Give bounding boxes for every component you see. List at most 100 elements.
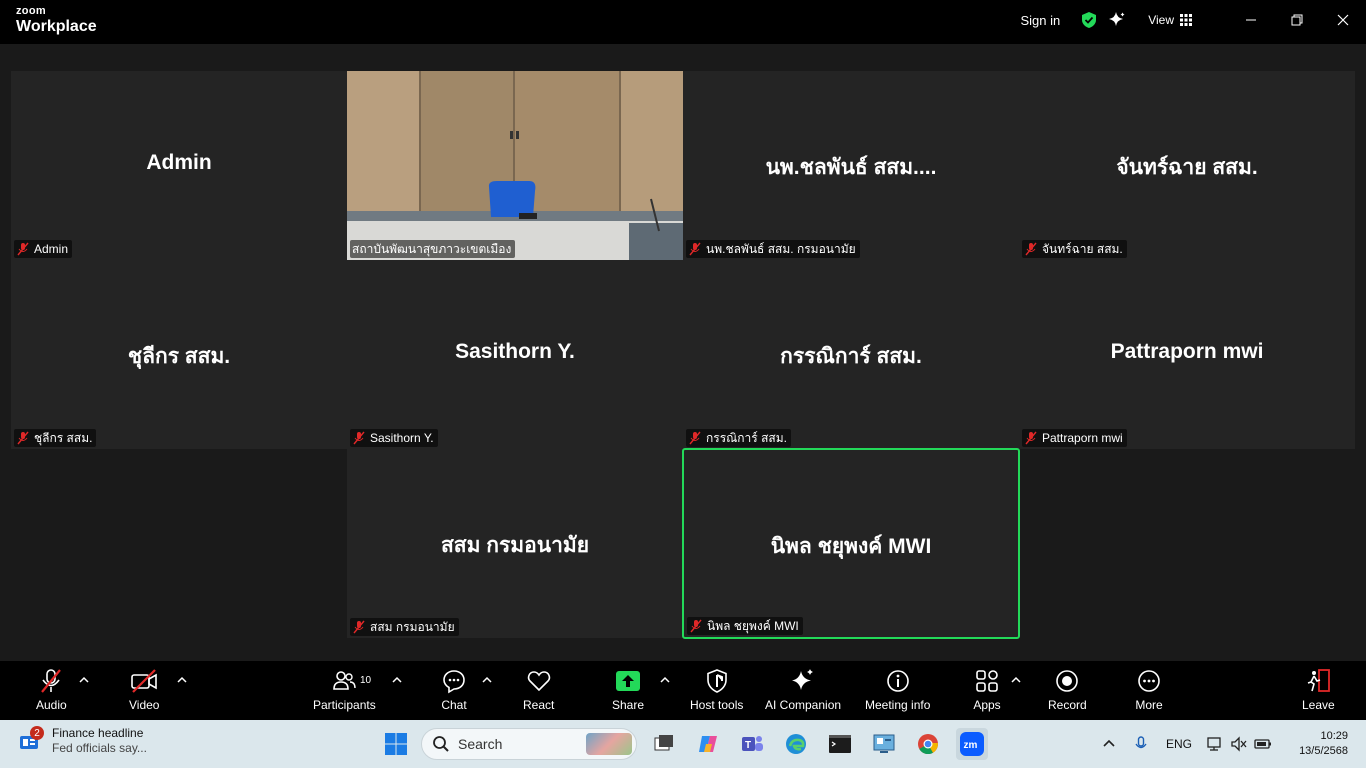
muted-mic-icon [17, 431, 29, 445]
svg-text:T: T [745, 740, 751, 751]
svg-text:zm: zm [964, 740, 978, 751]
share-options-chevron-icon[interactable] [660, 675, 670, 685]
minimize-button[interactable] [1228, 0, 1274, 40]
news-headline: Finance headline [52, 726, 144, 740]
taskbar-search-box[interactable]: Search [421, 728, 637, 760]
apps-label: Apps [973, 698, 1001, 712]
muted-mic-icon [690, 619, 702, 633]
edge-browser-app[interactable] [782, 730, 810, 758]
participant-tile[interactable]: สสม กรมอนามัย สสม กรมอนามัย [347, 449, 683, 638]
muted-mic-icon [1025, 242, 1037, 256]
audio-label: Audio [36, 698, 67, 712]
meeting-info-button[interactable]: Meeting info [865, 667, 930, 712]
speaker-muted-icon[interactable] [1230, 736, 1248, 752]
host-tools-button[interactable]: Host tools [690, 667, 743, 712]
grid-icon [1180, 14, 1192, 26]
share-screen-icon [616, 671, 641, 691]
participant-tile[interactable]: Pattraporn mwi Pattraporn mwi [1019, 260, 1355, 449]
taskbar-clock[interactable]: 10:29 13/5/2568 [1299, 729, 1348, 759]
participant-label-text: กรรณิการ์ สสม. [706, 430, 787, 445]
clock-time: 10:29 [1320, 730, 1348, 742]
video-gallery: Admin Admin สถาบันพัฒนาสุขภาวะเขตเมือง น… [0, 44, 1366, 661]
restore-button[interactable] [1274, 0, 1320, 40]
teams-app[interactable]: T [738, 730, 766, 758]
logo-zoom-text: zoom [16, 5, 46, 17]
terminal-icon [829, 735, 851, 753]
logo-workplace-text: Workplace [16, 18, 97, 35]
active-speaker-tile[interactable]: นิพล ชยุพงค์ MWI นิพล ชยุพงค์ MWI [682, 448, 1020, 639]
participant-display-name: กรรณิการ์ สสม. [780, 345, 922, 368]
start-button[interactable] [382, 730, 410, 758]
apps-button[interactable]: Apps [973, 667, 1001, 712]
microphone-icon[interactable] [1134, 736, 1148, 752]
video-options-chevron-icon[interactable] [177, 675, 187, 685]
zoom-app-active[interactable]: zm [956, 728, 988, 760]
task-view-icon [654, 735, 673, 751]
leave-button[interactable]: Leave [1302, 667, 1335, 712]
audio-button[interactable]: Audio [36, 667, 67, 712]
info-icon [886, 670, 909, 692]
network-icon[interactable] [1206, 736, 1224, 752]
participants-button[interactable]: Participants [313, 667, 376, 712]
share-label: Share [612, 698, 645, 712]
participant-tile[interactable]: Admin Admin [11, 71, 347, 260]
participant-display-name: ชุลีกร สสม. [127, 345, 231, 368]
participant-label-text: สสม กรมอนามัย [370, 619, 455, 634]
security-shield-icon[interactable] [1080, 11, 1098, 29]
zoom-app-icon: zm [960, 732, 984, 756]
task-view-button[interactable] [650, 730, 678, 758]
participant-tile[interactable]: กรรณิการ์ สสม. กรรณิการ์ สสม. [683, 260, 1019, 449]
react-label: React [523, 698, 555, 712]
video-button[interactable]: Video [129, 667, 159, 712]
meeting-info-label: Meeting info [865, 698, 931, 712]
terminal-app[interactable] [826, 730, 854, 758]
title-bar: zoom Workplace Sign in View [0, 0, 1366, 44]
participant-video-tile[interactable]: สถาบันพัฒนาสุขภาวะเขตเมือง [347, 71, 683, 260]
participant-tile[interactable]: Sasithorn Y. Sasithorn Y. [347, 260, 683, 449]
chat-button[interactable]: Chat [440, 667, 468, 712]
copilot-app[interactable] [694, 730, 722, 758]
language-indicator[interactable]: ENG [1166, 737, 1192, 751]
participant-label-text: ชุลีกร สสม. [34, 430, 93, 445]
close-button[interactable] [1320, 0, 1366, 40]
ai-companion-button[interactable]: AI Companion [765, 667, 841, 712]
windows-taskbar: 2 Finance headline Fed officials say... … [0, 720, 1366, 768]
copilot-icon [699, 736, 717, 752]
participant-name-label: จันทร์ฉาย สสม. [1022, 240, 1127, 258]
leave-exit-icon [1308, 669, 1331, 692]
participant-name-label: กรรณิการ์ สสม. [686, 429, 791, 447]
restore-icon [1291, 14, 1303, 26]
view-button[interactable]: View [1148, 13, 1192, 27]
participant-count-badge: 10 [360, 675, 372, 686]
participant-tile[interactable]: จันทร์ฉาย สสม. จันทร์ฉาย สสม. [1019, 71, 1355, 260]
chat-options-chevron-icon[interactable] [482, 675, 492, 685]
participant-tile[interactable]: ชุลีกร สสม. ชุลีกร สสม. [11, 260, 347, 449]
ai-sparkle-icon[interactable] [1108, 11, 1126, 29]
participant-name-label: นิพล ชยุพงค์ MWI [687, 617, 803, 635]
control-panel-app[interactable] [870, 730, 898, 758]
battery-icon[interactable] [1254, 736, 1272, 752]
record-button[interactable]: Record [1048, 667, 1087, 712]
chevron-up-icon[interactable] [1102, 737, 1116, 751]
heart-icon [527, 671, 550, 692]
participant-label-text: สถาบันพัฒนาสุขภาวะเขตเมือง [352, 241, 512, 256]
muted-mic-icon [41, 669, 62, 693]
apps-options-chevron-icon[interactable] [1011, 675, 1021, 685]
participant-label-text: Pattraporn mwi [1042, 431, 1123, 445]
participant-display-name: Pattraporn mwi [1110, 340, 1264, 363]
participant-name-label: นพ.ชลพันธ์ สสม. กรมอนามัย [686, 240, 860, 258]
audio-options-chevron-icon[interactable] [79, 675, 89, 685]
share-button[interactable]: Share [612, 667, 644, 712]
participants-options-chevron-icon[interactable] [392, 675, 402, 685]
participant-tile[interactable]: นพ.ชลพันธ์ สสม.... นพ.ชลพันธ์ สสม. กรมอน… [683, 71, 1019, 260]
news-widget[interactable]: 2 Finance headline Fed officials say... [18, 726, 147, 756]
chrome-browser-app[interactable] [914, 730, 942, 758]
meeting-toolbar: Audio Video Participants 10 Chat React S… [0, 661, 1366, 720]
news-subtitle: Fed officials say... [52, 741, 147, 755]
more-label: More [1135, 698, 1163, 712]
participant-name-label: สสม กรมอนามัย [350, 618, 459, 636]
sign-in-link[interactable]: Sign in [1020, 13, 1060, 28]
more-button[interactable]: More [1135, 667, 1163, 712]
participant-display-name: Admin [146, 151, 212, 174]
react-button[interactable]: React [523, 667, 554, 712]
